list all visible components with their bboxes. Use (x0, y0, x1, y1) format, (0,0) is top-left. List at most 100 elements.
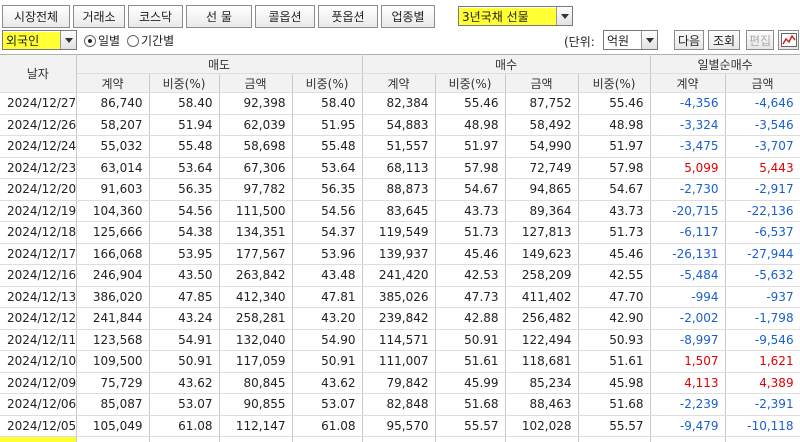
radio-period-label: 기간별 (141, 34, 175, 48)
table-cell: 97,782 (219, 178, 293, 201)
table-cell: -5,484 (650, 264, 726, 287)
table-row[interactable]: 2024/12/17 166,068 53.95 177,567 53.96 139,93… (0, 243, 800, 265)
table-row[interactable]: 2024/12/16 246,904 43.50 263,842 43.48 241,42… (0, 264, 800, 287)
radio-button-icon[interactable] (84, 34, 96, 47)
market-tabs: 시장전체 거래소 코스닥 선 물 콜옵션 풋옵션 업종별 (2, 5, 438, 28)
chevron-down-icon[interactable] (60, 31, 76, 49)
table-cell: -3,324 (650, 114, 726, 136)
table-row[interactable]: 2024/12/09 75,729 43.62 80,845 43.62 79,842 45… (0, 372, 800, 394)
table-cell: 63,014 (76, 157, 150, 179)
table-cell: 61.08 (149, 415, 220, 437)
date-header: 날자 (0, 54, 77, 93)
radio-period[interactable]: 기간별 (127, 32, 174, 49)
table-cell: 85,234 (505, 372, 579, 394)
table-cell: 54,990 (505, 135, 579, 158)
edit-button[interactable]: 편집 (746, 30, 774, 50)
table-cell: 53.96 (292, 243, 363, 265)
table-row[interactable]: 2024/12/20 91,603 56.35 97,782 56.35 88,873 54… (0, 178, 800, 201)
investor-select[interactable]: 외국인 (2, 30, 77, 50)
table-row[interactable]: 2024/12/12 241,844 43.24 258,281 43.20 239,84… (0, 307, 800, 330)
table-cell: 42.55 (578, 264, 651, 287)
table-cell: 48.98 (435, 114, 506, 136)
date-cell: 2024/12/24 (0, 135, 77, 158)
next-button[interactable]: 다음 (674, 30, 704, 50)
table-row[interactable]: 2024/12/18 125,666 54.38 134,351 54.37 119,54… (0, 221, 800, 244)
table-cell: 139,937 (362, 243, 436, 265)
tab-call-option[interactable]: 콜옵션 (255, 5, 315, 28)
table-cell: 43.24 (149, 307, 220, 330)
table-cell: -3,546 (725, 114, 800, 136)
table-row[interactable]: 2024/12/27 86,740 58.40 92,398 58.40 82,384 55… (0, 92, 800, 115)
table-row[interactable]: 2024/12/04150,97653.75161,29253.75157,58… (0, 436, 800, 442)
radio-daily[interactable]: 일별 (84, 32, 120, 49)
table-cell: 89,364 (505, 200, 579, 222)
table-cell: 58.40 (292, 92, 363, 115)
table-cell: 55.48 (149, 135, 220, 158)
table-cell: 412,340 (219, 286, 293, 308)
table-cell: 47.73 (435, 286, 506, 308)
date-cell: 2024/12/05 (0, 415, 77, 437)
table-cell: 53.95 (149, 243, 220, 265)
table-cell: 55.46 (578, 92, 651, 115)
tab-put-option[interactable]: 풋옵션 (318, 5, 378, 28)
table-cell: 55,032 (76, 135, 150, 158)
tab-exchange[interactable]: 거래소 (73, 5, 125, 28)
table-cell: 5,099 (650, 157, 726, 179)
table-cell: -3,475 (650, 135, 726, 158)
table-cell: 75,729 (76, 372, 150, 394)
radio-button-icon[interactable] (127, 34, 139, 47)
table-cell: 45.46 (435, 243, 506, 265)
table-cell: 104,360 (76, 200, 150, 222)
table-cell: 82,848 (362, 393, 436, 416)
table-cell: 50.93 (578, 329, 651, 351)
column-header: 금액 (219, 73, 293, 93)
table-cell: 56.35 (149, 178, 220, 201)
table-cell: 67,306 (219, 157, 293, 179)
tab-futures[interactable]: 선 물 (186, 5, 252, 28)
table-row[interactable]: 2024/12/19 104,360 54.56 111,500 54.56 83,645… (0, 200, 800, 222)
table-cell: 6,612 (650, 436, 726, 442)
table-cell: 54.91 (149, 329, 220, 351)
product-select[interactable]: 3년국채 선물 (458, 6, 573, 26)
table-row[interactable]: 2024/12/26 58,207 51.94 62,039 51.95 54,883 48… (0, 114, 800, 136)
foreign-trading-table: 날자 매도 매수 일별순매수 계약 비중(%) 금액 비중(%) 계약 비중(%… (0, 54, 800, 442)
table-cell: 54.67 (578, 178, 651, 201)
tab-market-all[interactable]: 시장전체 (2, 5, 70, 28)
table-row[interactable]: 2024/12/23 63,014 53.64 67,306 53.64 68,113 57… (0, 157, 800, 179)
chevron-down-icon[interactable] (556, 7, 572, 25)
date-cell: 2024/12/11 (0, 329, 77, 351)
tab-kosdaq[interactable]: 코스닥 (128, 5, 183, 28)
table-cell: 95,570 (362, 415, 436, 437)
table-row[interactable]: 2024/12/13 386,020 47.85 412,340 47.81 385,02… (0, 286, 800, 308)
table-cell: -4,646 (725, 92, 800, 115)
table-cell: -2,002 (650, 307, 726, 330)
table-cell: 43.62 (292, 372, 363, 394)
date-cell: 2024/12/18 (0, 221, 77, 244)
query-button[interactable]: 조회 (708, 30, 740, 50)
table-cell: -9,479 (650, 415, 726, 437)
table-row[interactable]: 2024/12/06 85,087 53.07 90,855 53.07 82,848 51… (0, 393, 800, 416)
chart-button[interactable] (778, 30, 799, 50)
tab-by-sector[interactable]: 업종별 (381, 5, 435, 28)
table-cell: 47.70 (578, 286, 651, 308)
unit-select[interactable]: 억원 (603, 30, 658, 50)
table-cell: 92,398 (219, 92, 293, 115)
table-cell: 56.35 (292, 178, 363, 201)
table-cell: -20,715 (650, 200, 726, 222)
table-cell: -3,707 (725, 135, 800, 158)
table-row[interactable]: 2024/12/05 105,049 61.08 112,147 61.08 95,570… (0, 415, 800, 437)
table-cell: -2,239 (650, 393, 726, 416)
table-cell: 55.57 (578, 415, 651, 437)
date-cell: 2024/12/12 (0, 307, 77, 330)
table-cell: 127,813 (505, 221, 579, 244)
table-row[interactable]: 2024/12/11 123,568 54.91 132,040 54.90 114,57… (0, 329, 800, 351)
table-cell: 1,621 (725, 350, 800, 373)
table-cell: -2,730 (650, 178, 726, 201)
table-row[interactable]: 2024/12/10 109,500 50.91 117,059 50.91 111,00… (0, 350, 800, 373)
table-cell: 43.50 (149, 264, 220, 287)
table-cell: 150,976 (76, 436, 150, 442)
table-cell: 42.53 (435, 264, 506, 287)
table-row[interactable]: 2024/12/24 55,032 55.48 58,698 55.48 51,557 51… (0, 135, 800, 158)
table-cell: 58.40 (149, 92, 220, 115)
chevron-down-icon[interactable] (641, 31, 657, 49)
